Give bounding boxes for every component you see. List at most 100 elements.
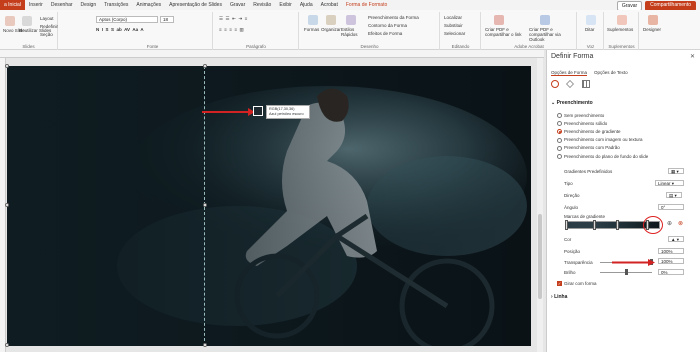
tab-10[interactable]: Ajuda [296,2,317,8]
color-tooltip: RGB(17,30,36) Azul petróleo escuro [266,105,310,119]
position-label: Posição [564,249,581,254]
bullets-icon[interactable]: ☰ ☰ ⇤ ⇥ ≡ [219,16,247,22]
brightness-input[interactable]: 0% [658,269,684,275]
close-icon[interactable]: ✕ [690,53,695,60]
fill-line-icon[interactable] [551,80,559,88]
tab-0[interactable]: a Inicial [0,0,25,10]
resize-handle-b[interactable] [203,343,207,347]
color-label: Cor [564,237,572,242]
shape-fill-button[interactable]: Preenchimento da Forma [368,15,419,20]
tab-text-options[interactable]: Opções de Texto [594,70,628,75]
tab-7[interactable]: Gravar [226,2,249,8]
fill-option-radio[interactable] [557,145,562,151]
shape-effects-button[interactable]: Efeitos de Forma [368,31,402,36]
arrange-button[interactable]: Organizar [321,27,341,32]
align-icon[interactable]: ≡ ≡ ≡ ≡ ▥ [219,27,244,33]
designer-button[interactable]: Designer [643,27,661,32]
direction-picker[interactable]: ▤ ▾ [666,192,682,198]
reset-button[interactable]: Redefinir [40,24,58,29]
tab-5[interactable]: Animações [132,2,165,8]
addins-button[interactable]: Suplementos [607,27,633,32]
rotate-with-shape-checkbox[interactable]: ✓ [557,281,562,286]
preset-gradients-picker[interactable]: ▦ ▾ [668,168,684,174]
microphone-icon[interactable] [586,15,596,25]
group-font: Aptos (Corpo) 18 N I S S ab AV Aa A Font… [93,12,213,50]
new-slide-icon[interactable] [5,16,15,26]
gradient-stop[interactable] [565,220,568,230]
dictate-button[interactable]: Ditar [585,27,595,32]
select-button[interactable]: Selecionar [444,31,465,36]
shapes-button[interactable]: Formas [304,27,319,32]
brightness-slider-knob[interactable] [625,269,628,275]
pdf-outlook-icon[interactable] [540,15,550,25]
tab-1[interactable]: Inserir [25,2,47,8]
pane-title: Definir Forma [551,53,594,60]
tab-2[interactable]: Desenhar [47,2,77,8]
angle-input[interactable]: 0° [658,204,684,210]
tab-shape-options[interactable]: Opções de Forma [551,70,588,76]
tab-12[interactable]: Forma de Formato [342,2,391,8]
transparency-input[interactable]: 100% [658,258,684,264]
resize-handle-bl[interactable] [5,343,9,347]
type-select[interactable]: Linear ▾ [655,180,684,186]
tab-6[interactable]: Apresentação de Slides [165,2,226,8]
section-button[interactable]: Seção [40,32,53,37]
shape-outline-button[interactable]: Contorno da Forma [368,23,407,28]
pdf-share-icon[interactable] [494,15,504,25]
gradient-stop[interactable] [592,220,596,230]
replace-button[interactable]: Substituir [444,23,463,28]
fill-option-radio[interactable] [557,154,562,159]
resize-handle-l[interactable] [5,203,9,207]
tab-11[interactable]: Acrobat [317,2,342,8]
section-fill-label: Preenchimento [556,100,593,106]
size-properties-icon[interactable] [582,80,590,88]
tooltip-color-name: Azul petróleo escuro [269,112,304,116]
group-slides-label: Slides [22,44,35,49]
tab-9[interactable]: Exibir [275,2,296,8]
group-voice: Ditar Voz [578,12,604,50]
font-size-box[interactable]: 18 [160,16,174,23]
designer-icon[interactable] [648,15,658,25]
gradient-stop[interactable] [615,220,619,230]
section-fill[interactable]: ⌄ Preenchimento [551,100,593,106]
arrange-icon[interactable] [326,15,336,25]
font-name-box[interactable]: Aptos (Corpo) [96,16,158,23]
scrollbar-thumb[interactable] [538,214,542,299]
color-picker[interactable]: ▲ ▾ [668,236,684,242]
bold-icon[interactable]: N I S S ab AV Aa A [96,27,144,32]
pdf-share-button[interactable]: Criar PDF e compartilhar o link [485,27,525,37]
group-addins-label: Suplementos [608,44,635,49]
gradient-stops-label: Marcas de gradiente [564,214,606,219]
ribbon: Novo Slide Reutilizar Slides Layout Rede… [0,10,700,50]
quick-styles-icon[interactable] [346,15,356,25]
reuse-slides-icon[interactable] [22,16,32,26]
tab-8[interactable]: Revisão [249,2,275,8]
layout-button[interactable]: Layout [40,16,54,21]
quick-styles-button[interactable]: Estilos Rápidos [341,27,363,37]
pdf-outlook-button[interactable]: Criar PDF e compartilhar via Outlook [529,27,573,42]
group-slides: Novo Slide Reutilizar Slides Layout Rede… [0,12,58,50]
group-editing: Localizar Substituir Selecionar Editando [441,12,481,50]
group-drawing-label: Desenho [360,44,379,49]
addins-icon[interactable] [617,15,627,25]
remove-stop-icon[interactable]: ⊗ [678,220,683,227]
fill-option-radio[interactable] [557,113,562,118]
resize-handle-c[interactable] [203,203,207,207]
resize-handle-tl[interactable] [5,64,9,68]
section-line[interactable]: › Linha [551,294,567,300]
tab-3[interactable]: Design [77,2,101,8]
resize-handle-t[interactable] [203,64,207,68]
add-stop-icon[interactable]: ⊕ [667,220,672,227]
tab-4[interactable]: Transições [100,2,132,8]
rotate-with-shape-label: Girar com forma [564,281,597,286]
group-drawing: Formas Organizar Estilos Rápidos Preench… [300,12,440,50]
fill-option-label: Preenchimento sólido [564,120,608,126]
format-shape-pane [546,50,700,352]
find-button[interactable]: Localizar [444,15,462,20]
position-input[interactable]: 100% [658,248,684,254]
shapes-icon[interactable] [308,15,318,25]
fill-option-radio[interactable] [557,137,562,143]
section-line-label: Linha [554,294,568,300]
horizontal-ruler [0,50,544,58]
vertical-scrollbar[interactable] [537,58,543,352]
